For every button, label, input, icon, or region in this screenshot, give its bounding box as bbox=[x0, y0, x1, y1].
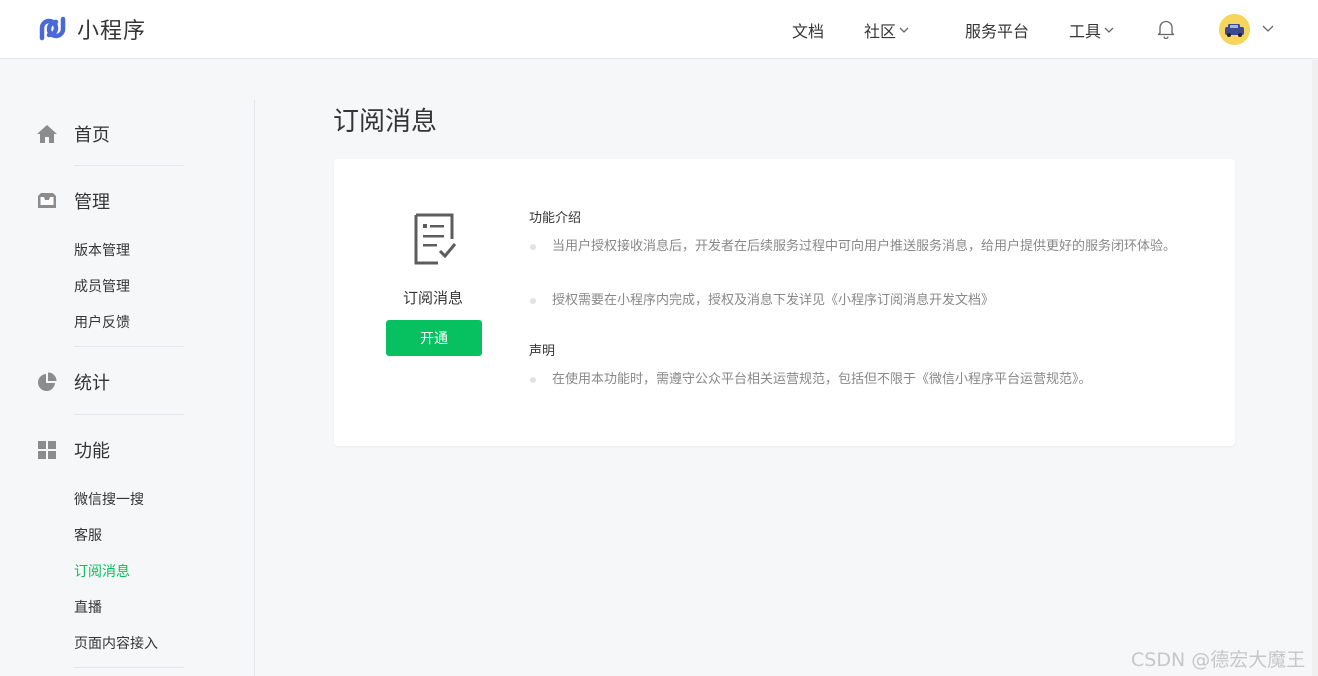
bullet-dot bbox=[530, 244, 536, 250]
open-button[interactable]: 开通 bbox=[386, 320, 482, 356]
intro-point: 当用户授权接收消息后，开发者在后续服务过程中可向用户推送服务消息，给用户提供更好… bbox=[529, 236, 1209, 258]
nav-docs[interactable]: 文档 bbox=[792, 0, 824, 59]
avatar[interactable] bbox=[1219, 14, 1250, 45]
watermark: CSDN @德宏大魔王 bbox=[1131, 649, 1306, 671]
sidebar-item-live[interactable]: 直播 bbox=[74, 597, 102, 617]
avatar-icon bbox=[1219, 14, 1250, 45]
chevron-down-icon bbox=[899, 27, 909, 33]
logo-text: 小程序 bbox=[77, 18, 147, 44]
scrollbar[interactable] bbox=[1312, 60, 1318, 676]
sidebar-item-manage[interactable]: 管理 bbox=[36, 188, 110, 214]
sidebar-divider bbox=[74, 667, 184, 668]
document-check-icon bbox=[414, 213, 457, 265]
sidebar-border bbox=[254, 100, 255, 676]
nav-tools-label: 工具 bbox=[1069, 21, 1102, 41]
sidebar-item-member-manage[interactable]: 成员管理 bbox=[74, 276, 130, 296]
sidebar-item-manage-label: 管理 bbox=[74, 192, 110, 213]
grid-icon bbox=[38, 441, 56, 459]
intro-title: 功能介绍 bbox=[529, 211, 582, 226]
bullet-dot bbox=[530, 298, 536, 304]
nav-community[interactable]: 社区 bbox=[864, 0, 909, 59]
sidebar-item-wechat-search[interactable]: 微信搜一搜 bbox=[74, 489, 144, 509]
sidebar-item-home[interactable]: 首页 bbox=[36, 121, 110, 147]
sidebar-item-stats[interactable]: 统计 bbox=[36, 369, 110, 395]
sidebar-item-features[interactable]: 功能 bbox=[36, 437, 110, 463]
chevron-down-icon[interactable] bbox=[1262, 23, 1274, 33]
sidebar-item-page-content[interactable]: 页面内容接入 bbox=[74, 633, 158, 653]
nav-service-platform[interactable]: 服务平台 bbox=[965, 0, 1029, 59]
nav-docs-label: 文档 bbox=[792, 21, 825, 41]
home-icon bbox=[37, 125, 57, 143]
sidebar-item-user-feedback[interactable]: 用户反馈 bbox=[74, 312, 130, 332]
intro-point: 授权需要在小程序内完成，授权及消息下发详见《小程序订阅消息开发文档》 bbox=[529, 290, 1209, 312]
sidebar-item-home-label: 首页 bbox=[74, 125, 110, 146]
pie-chart-icon bbox=[38, 372, 57, 391]
page-title: 订阅消息 bbox=[333, 107, 438, 137]
feature-name: 订阅消息 bbox=[402, 289, 463, 307]
sidebar-divider bbox=[74, 165, 184, 166]
bell-icon[interactable] bbox=[1157, 19, 1175, 39]
logo-icon bbox=[39, 16, 66, 41]
sidebar-item-version-manage[interactable]: 版本管理 bbox=[74, 240, 130, 260]
intro-point-text[interactable]: 授权需要在小程序内完成，授权及消息下发详见《小程序订阅消息开发文档》 bbox=[552, 293, 994, 308]
bullet-dot bbox=[530, 377, 536, 383]
notice-point-text[interactable]: 在使用本功能时，需遵守公众平台相关运营规范，包括但不限于《微信小程序平台运营规范… bbox=[552, 372, 1092, 387]
notice-point: 在使用本功能时，需遵守公众平台相关运营规范，包括但不限于《微信小程序平台运营规范… bbox=[529, 369, 1209, 391]
notice-title: 声明 bbox=[529, 344, 556, 359]
sidebar-item-subscribe-message[interactable]: 订阅消息 bbox=[74, 561, 130, 581]
nav-community-label: 社区 bbox=[864, 21, 897, 41]
nav-service-platform-label: 服务平台 bbox=[965, 21, 1030, 41]
sidebar-item-stats-label: 统计 bbox=[74, 373, 110, 394]
sidebar-divider bbox=[74, 414, 184, 415]
nav-tools[interactable]: 工具 bbox=[1069, 0, 1114, 59]
inbox-icon bbox=[38, 193, 56, 208]
intro-point-text: 当用户授权接收消息后，开发者在后续服务过程中可向用户推送服务消息，给用户提供更好… bbox=[552, 239, 1177, 254]
feature-card: 订阅消息 开通 功能介绍 当用户授权接收消息后，开发者在后续服务过程中可向用户推… bbox=[334, 159, 1235, 446]
top-bar: 小程序 文档 社区 服务平台 工具 bbox=[0, 0, 1318, 59]
chevron-down-icon bbox=[1104, 27, 1114, 33]
sidebar-item-customer-service[interactable]: 客服 bbox=[74, 525, 102, 545]
sidebar-item-features-label: 功能 bbox=[74, 441, 110, 462]
sidebar-divider bbox=[74, 346, 184, 347]
logo[interactable]: 小程序 bbox=[36, 12, 146, 45]
